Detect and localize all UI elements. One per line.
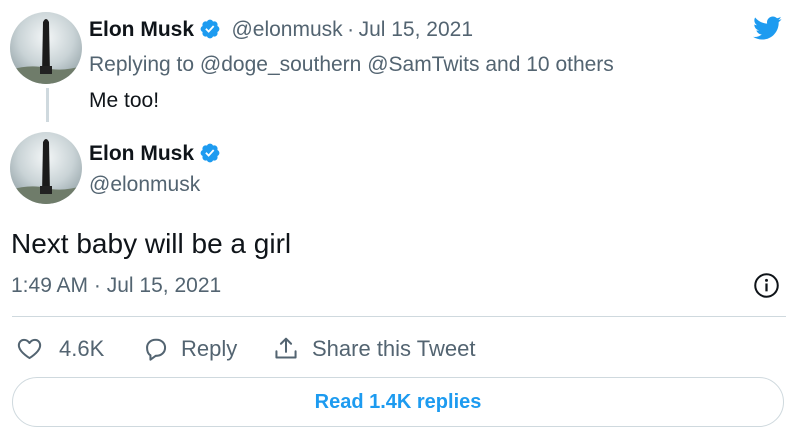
main-tweet-text: Next baby will be a girl	[11, 228, 292, 259]
author-name[interactable]: Elon Musk	[89, 142, 194, 165]
share-label: Share this Tweet	[312, 335, 476, 361]
main-tweet-author: Elon Musk	[89, 141, 221, 169]
separator-dot: ·	[93, 274, 101, 297]
avatar[interactable]	[10, 132, 82, 204]
tweet-timestamp[interactable]: 1:49 AM · Jul 15, 2021	[11, 273, 221, 299]
read-replies-label: Read 1.4K replies	[314, 390, 482, 413]
info-icon[interactable]	[753, 272, 780, 299]
reply-label: Reply	[181, 335, 238, 361]
reply-tweet-header: Elon Musk @elonmusk · Jul 15, 2021	[89, 17, 473, 45]
replying-to-line: Replying to @doge_southern @SamTwits and…	[89, 52, 614, 78]
replying-to-prefix: Replying to	[89, 53, 195, 76]
read-replies-button[interactable]: Read 1.4K replies	[12, 377, 784, 427]
mention-link[interactable]: @SamTwits	[367, 53, 479, 76]
heart-icon	[17, 338, 42, 360]
share-button[interactable]: Share this Tweet	[272, 335, 475, 362]
avatar[interactable]	[10, 12, 82, 84]
thread-connector-line	[46, 88, 49, 122]
reply-button[interactable]: Reply	[142, 335, 237, 362]
verified-badge-icon	[200, 143, 220, 163]
tweet-time: 1:49 AM	[11, 274, 89, 297]
others-link[interactable]: and 10 others	[485, 53, 613, 76]
share-upload-icon	[275, 337, 297, 359]
tweet-date: Jul 15, 2021	[106, 274, 222, 297]
speech-bubble-icon	[146, 338, 167, 361]
like-button[interactable]: 4.6K	[16, 335, 104, 362]
author-handle[interactable]: @elonmusk	[231, 18, 342, 41]
author-handle[interactable]: @elonmusk	[89, 172, 200, 198]
verified-badge-icon	[200, 19, 220, 39]
separator-dot: ·	[347, 18, 355, 41]
divider	[12, 316, 786, 317]
reply-tweet-text: Me too!	[89, 89, 160, 112]
author-name[interactable]: Elon Musk	[89, 18, 194, 41]
tweet-date[interactable]: Jul 15, 2021	[359, 18, 473, 41]
twitter-bird-icon[interactable]	[749, 13, 785, 43]
mention-link[interactable]: @doge_southern	[200, 53, 361, 76]
like-count: 4.6K	[59, 335, 105, 361]
